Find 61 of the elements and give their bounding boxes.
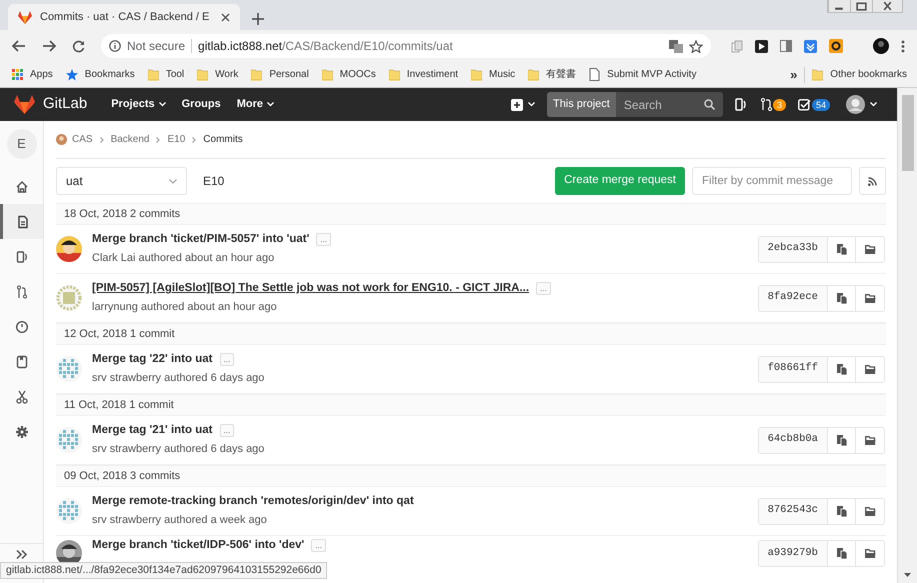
commit-sha-label[interactable]: a939279b	[758, 541, 828, 566]
url-text: gitlab.ict888.net/CAS/Backend/E10/commits/uat	[198, 38, 453, 55]
status-tooltip: gitlab.ict888.net/.../8fa92ece30f134e7ad62097964103155292e66d0	[0, 562, 328, 579]
breadcrumb-link[interactable]: Commits	[203, 132, 243, 147]
date-header: 11 Oct, 2018 1 commit	[56, 394, 886, 416]
date-header: 18 Oct, 2018 2 commits	[56, 203, 886, 225]
bookmark-link[interactable]: Work	[197, 67, 238, 82]
expand-message-button[interactable]: ...	[220, 424, 234, 438]
expand-message-button[interactable]: ...	[220, 353, 234, 366]
expand-message-button[interactable]: ...	[536, 282, 551, 296]
brand-name[interactable]: GitLab	[43, 93, 88, 116]
date-header: 09 Oct, 2018 3 commits	[56, 465, 886, 487]
commit-title-link[interactable]: Merge tag '22' into uat	[92, 351, 212, 368]
search-input[interactable]: Search	[624, 96, 704, 114]
bookmark-link[interactable]: Other bookmarks	[812, 67, 907, 82]
commit-title-link[interactable]: Merge remote-tracking branch 'remotes/origin/dev' into qat	[92, 493, 414, 510]
commit-sha-label[interactable]: 8fa92ece	[758, 286, 828, 310]
tab-title: Commits · uat · CAS / Backend / E	[40, 10, 210, 25]
commit-title-link[interactable]: Merge tag '21' into uat	[92, 422, 212, 440]
commit-author-text: larrynung authored about an hour ago	[92, 300, 278, 316]
commit-sha-label[interactable]: 8762543c	[758, 498, 828, 524]
commit-sha-label[interactable]: 64cb8b0a	[758, 428, 828, 452]
address-field[interactable]: Not secure gitlab.ict888.net/CAS/Backend/E10/commits/uat	[101, 34, 711, 58]
browser-tab[interactable]: Commits · uat · CAS / Backend / E	[8, 4, 240, 30]
date-header: 12 Oct, 2018 1 commit	[56, 323, 886, 345]
bookmark-link[interactable]: MOOCs	[322, 67, 376, 82]
count-badge: 3	[772, 98, 786, 110]
nav-menu-item[interactable]: Projects	[111, 96, 166, 113]
commit-title-link[interactable]: [PIM-5057] [AgileSlot][BO] The Settle job was not work for ENG10. - GICT JIRA...	[92, 280, 530, 298]
security-label: Not secure	[127, 38, 186, 55]
expand-message-button[interactable]: ...	[316, 233, 332, 246]
filter-field[interactable]: Filter by commit message	[692, 167, 852, 195]
commit-author-text: Clark Lai authored about an hour ago	[92, 251, 276, 266]
commit-author-text: srv strawberry authored a week ago	[92, 513, 268, 528]
bookmark-link[interactable]: Music	[471, 67, 516, 82]
nav-menu-item[interactable]: Groups	[182, 96, 221, 113]
commit-title-link[interactable]: Merge branch 'ticket/IDP-506' into 'dev'	[92, 537, 304, 554]
branch-dropdown[interactable]: uat	[56, 167, 187, 195]
bookmark-link[interactable]: Tool	[148, 67, 184, 82]
breadcrumb-link[interactable]: E10	[167, 132, 186, 147]
commit-title-link[interactable]: Merge branch 'ticket/PIM-5057' into 'uat'	[92, 231, 310, 248]
bookmark-link[interactable]: Submit MVP Activity	[589, 67, 696, 82]
bookmark-link[interactable]: Apps	[12, 67, 53, 82]
search-scope-label[interactable]: This project	[546, 92, 616, 117]
bookmark-link[interactable]: Investiment	[388, 67, 458, 82]
bookmark-link[interactable]: 有聲書	[528, 67, 576, 82]
breadcrumb-link[interactable]: CAS	[72, 132, 93, 147]
project-avatar[interactable]: E	[6, 129, 36, 159]
count-badge: 54	[812, 98, 830, 110]
breadcrumb-link[interactable]: Backend	[110, 132, 150, 147]
bookmark-link[interactable]: Personal	[251, 67, 309, 82]
nav-menu-item[interactable]: More	[236, 96, 274, 113]
commit-author-text: srv strawberry authored 6 days ago	[92, 371, 266, 386]
expand-message-button[interactable]: ...	[311, 539, 326, 552]
commit-sha-label[interactable]: f08661ff	[758, 356, 828, 382]
project-path-text: E10	[203, 173, 224, 190]
overflow-chevron[interactable]: »	[790, 64, 798, 84]
search-field[interactable]: Search	[616, 92, 723, 117]
commit-author-text: srv strawberry authored 6 days ago	[92, 442, 266, 458]
bookmark-link[interactable]: Bookmarks	[66, 67, 135, 82]
commit-sha-label[interactable]: 2ebca33b	[758, 236, 828, 262]
